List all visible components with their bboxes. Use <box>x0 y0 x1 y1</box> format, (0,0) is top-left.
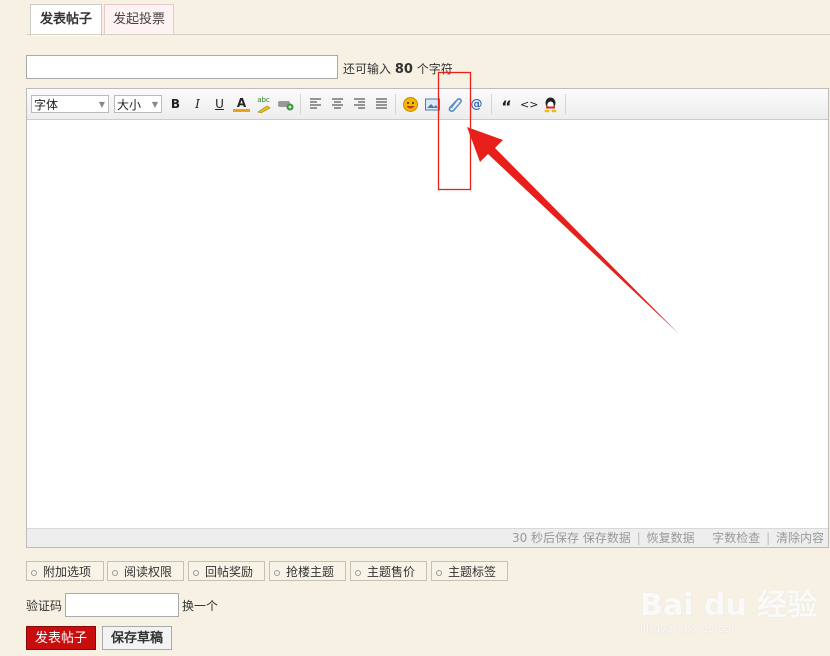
bullet-icon <box>112 569 118 576</box>
tab-new-post[interactable]: 发表帖子 <box>30 4 102 36</box>
extra-options-label: 附加选项 <box>43 565 92 579</box>
align-center-icon[interactable] <box>329 96 346 115</box>
reply-reward-button[interactable]: 回帖奖励 <box>188 561 265 581</box>
floor-grab-topic-button[interactable]: 抢楼主题 <box>269 561 346 581</box>
read-permission-button[interactable]: 阅读权限 <box>107 561 184 581</box>
captcha-input[interactable] <box>65 593 179 617</box>
font-size-select[interactable]: 大小 ▼ <box>114 95 162 113</box>
save-data-link[interactable]: 保存数据 <box>583 531 631 545</box>
quote-icon[interactable]: “ <box>498 96 515 116</box>
submit-post-button[interactable]: 发表帖子 <box>26 626 96 650</box>
topic-price-button[interactable]: 主题售价 <box>350 561 427 581</box>
chevron-down-icon: ▼ <box>151 100 158 109</box>
status-divider: | <box>766 531 771 545</box>
toolbar-separator <box>395 94 396 114</box>
clear-content-link[interactable]: 清除内容 <box>776 531 824 545</box>
bullet-icon <box>274 569 280 576</box>
tab-divider <box>26 34 830 35</box>
topic-price-label: 主题售价 <box>367 565 416 579</box>
char-hint-count: 80 <box>394 62 413 77</box>
editor-status-bar: 30 秒后保存 保存数据 | 恢复数据 字数检查 | 清除内容 <box>27 528 828 547</box>
font-family-select[interactable]: 字体 ▼ <box>31 95 109 113</box>
bullet-icon <box>31 569 37 576</box>
floor-grab-topic-label: 抢楼主题 <box>286 565 335 579</box>
status-divider: | <box>636 531 641 545</box>
align-left-shape <box>310 98 321 109</box>
italic-icon[interactable]: I <box>189 96 206 113</box>
editor-toolbar: 字体 ▼ 大小 ▼ B I U A abc @ “ <> <box>27 89 828 120</box>
link-icon[interactable] <box>277 96 294 113</box>
justify-icon[interactable] <box>373 96 390 115</box>
watermark-brand: Bai du 经验 <box>640 588 818 623</box>
autosave-countdown: 30 秒后保存 <box>511 531 580 545</box>
emoji-icon[interactable] <box>402 96 419 113</box>
char-hint-prefix: 还可输入 <box>343 62 392 76</box>
topic-tags-label: 主题标签 <box>448 565 497 579</box>
restore-data-link[interactable]: 恢复数据 <box>647 531 695 545</box>
char-count-hint: 还可输入 80 个字符 <box>343 60 453 77</box>
watermark-url: jingyan.baidu.com <box>640 622 742 635</box>
justify-shape <box>376 98 387 109</box>
qq-icon[interactable] <box>542 96 559 113</box>
bold-icon[interactable]: B <box>167 96 184 113</box>
align-right-shape <box>354 98 365 109</box>
highlight-label: abc <box>257 96 270 104</box>
toolbar-separator <box>491 94 492 114</box>
code-icon[interactable]: <> <box>520 96 538 113</box>
font-size-value: 大小 <box>117 98 142 112</box>
word-count-check-link[interactable]: 字数检查 <box>712 531 760 545</box>
highlight-icon[interactable]: abc <box>255 96 272 114</box>
rich-text-editor: 字体 ▼ 大小 ▼ B I U A abc @ “ <> 30 秒后保存 保存数… <box>26 88 829 548</box>
extra-options-button[interactable]: 附加选项 <box>26 561 104 581</box>
emoji-shape <box>403 97 418 112</box>
toolbar-separator <box>565 94 566 114</box>
align-left-icon[interactable] <box>307 96 324 115</box>
underline-icon[interactable]: U <box>211 96 228 113</box>
baidu-watermark: Bai du 经验 jingyan.baidu.com <box>636 578 826 648</box>
bullet-icon <box>436 569 442 576</box>
reply-reward-label: 回帖奖励 <box>205 565 254 579</box>
font-color-icon[interactable]: A <box>233 96 250 112</box>
toolbar-separator <box>300 94 301 114</box>
captcha-label: 验证码 <box>26 599 63 613</box>
align-center-shape <box>332 98 343 109</box>
bullet-icon <box>355 569 361 576</box>
align-right-icon[interactable] <box>351 96 368 115</box>
tab-new-poll[interactable]: 发起投票 <box>104 4 174 35</box>
image-icon[interactable] <box>424 96 441 113</box>
font-family-value: 字体 <box>34 98 59 112</box>
save-draft-button[interactable]: 保存草稿 <box>102 626 172 650</box>
bullet-icon <box>193 569 199 576</box>
qq-penguin-shape <box>544 97 557 113</box>
chevron-down-icon: ▼ <box>98 100 105 109</box>
captcha-refresh-link[interactable]: 换一个 <box>182 597 218 614</box>
read-permission-label: 阅读权限 <box>124 565 173 579</box>
topic-tags-button[interactable]: 主题标签 <box>431 561 508 581</box>
paperclip-shape <box>448 98 462 112</box>
attachment-icon[interactable] <box>446 96 463 113</box>
link-shape <box>278 101 294 111</box>
editor-content-area[interactable] <box>27 120 828 528</box>
highlight-pen-icon <box>257 105 271 114</box>
char-hint-suffix: 个字符 <box>416 62 453 76</box>
title-input[interactable] <box>26 55 338 79</box>
at-icon[interactable]: @ <box>468 96 485 113</box>
image-shape <box>425 98 440 111</box>
